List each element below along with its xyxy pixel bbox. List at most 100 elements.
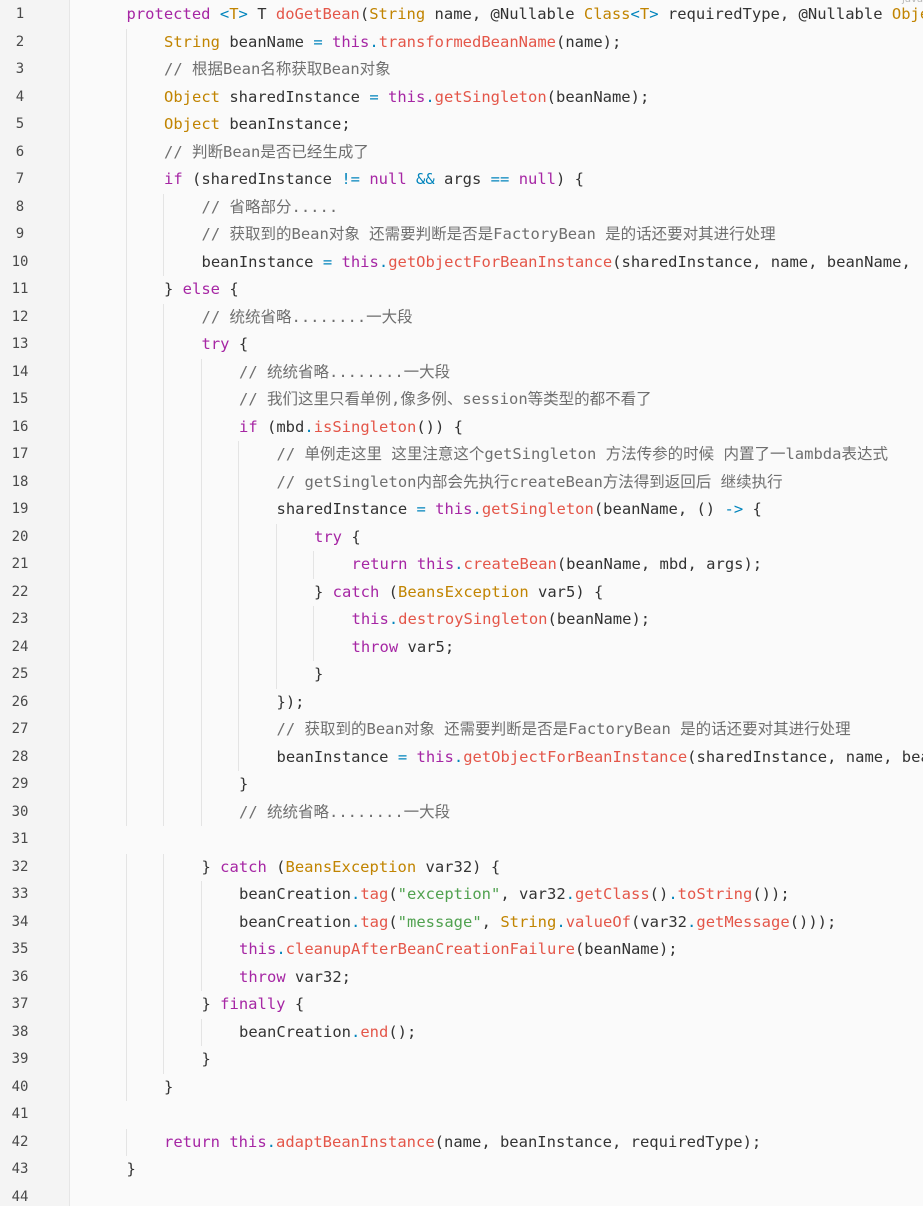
code-line[interactable]: 41 [0,1101,923,1129]
code-text[interactable]: // 判断Bean是否已经生成了 [164,139,369,167]
code-text[interactable]: } finally { [202,991,305,1019]
code-line[interactable]: 24 throw var5; [0,633,923,662]
code-line[interactable]: 9 // 获取到的Bean对象 还需要判断是否是FactoryBean 是的话还要… [0,221,923,249]
code-line[interactable]: 12 // 统统省略........一大段 [0,303,923,332]
code-line[interactable]: 29} [0,771,923,799]
code-line[interactable]: 11} else { [0,276,923,304]
code-text[interactable]: beanInstance = this.getObjectForBeanInst… [202,249,923,277]
code-editor[interactable]: java 1protected <T> T doGetBean(String n… [0,0,923,1206]
code-line[interactable]: 18 // getSingleton内部会先执行createBean方法得到返回后… [0,468,923,497]
code-text[interactable]: // 根据Bean名称获取Bean对象 [164,56,391,84]
code-line[interactable]: 35 this.cleanupAfterBeanCreationFailure(b… [0,936,923,964]
code-line[interactable]: 33 beanCreation.tag("exception", var32.ge… [0,881,923,909]
code-text[interactable]: } [314,661,323,689]
code-text[interactable]: throw var32; [239,964,351,992]
code-line[interactable]: 32} catch (BeansException var32) { [0,853,923,882]
code-line[interactable]: 40} [0,1073,923,1102]
line-number: 42 [11,1133,29,1150]
code-text[interactable]: } else { [164,276,239,304]
code-token: var32) { [416,857,501,876]
code-line[interactable]: 30 // 统统省略........一大段 [0,798,923,827]
line-number: 12 [11,308,29,325]
code-text[interactable]: // 统统省略........一大段 [239,799,450,827]
code-line[interactable]: 42 return this.adaptBeanInstance(name, be… [0,1128,923,1157]
indent-guide [200,771,202,799]
code-token: this [416,555,455,573]
code-line[interactable]: 28 beanInstance = this.getObjectForBeanIn… [0,743,923,772]
code-text[interactable]: this.cleanupAfterBeanCreationFailure(bea… [239,936,678,964]
code-text[interactable]: // 获取到的Bean对象 还需要判断是否是FactoryBean 是的话还要对… [277,716,851,744]
code-line[interactable]: 4 Object sharedInstance = this.getSinglet… [0,83,923,112]
code-text[interactable]: beanCreation.tag("exception", var32.getC… [239,881,790,909]
code-line[interactable]: 17 // 单例走这里 这里注意这个getSingleton 方法传参的时候 内置… [0,441,923,469]
code-line[interactable]: 8 // 省略部分..... [0,193,923,222]
code-text[interactable]: this.destroySingleton(beanName); [352,606,651,634]
code-token: catch [332,582,380,601]
code-text[interactable]: }); [277,689,305,717]
code-text[interactable]: beanCreation.tag("message", String.value… [239,909,836,937]
code-text[interactable]: beanInstance = this.getObjectForBeanInst… [277,744,923,772]
code-line[interactable]: 36 throw var32; [0,963,923,992]
code-line[interactable]: 23 this.destroySingleton(beanName); [0,606,923,634]
code-token: createBean [463,555,557,573]
code-line[interactable]: 39} [0,1046,923,1074]
code-text[interactable]: Object beanInstance; [164,111,351,139]
code-text[interactable]: } [202,1046,211,1074]
code-text[interactable]: // 我们这里只看单例,像多例、session等类型的都不看了 [239,386,652,414]
code-token: toString [677,885,753,903]
code-text[interactable]: } [239,771,248,799]
code-line[interactable]: 16 if (mbd.isSingleton()) { [0,413,923,442]
code-text[interactable]: // getSingleton内部会先执行createBean方法得到返回后 继… [277,469,783,497]
code-token: null [369,170,407,188]
code-text[interactable]: } [164,1074,173,1102]
code-line[interactable]: 38 beanCreation.end(); [0,1018,923,1047]
code-text[interactable]: beanCreation.end(); [239,1019,416,1047]
code-text[interactable]: throw var5; [352,634,455,662]
code-text[interactable]: // 获取到的Bean对象 还需要判断是否是FactoryBean 是的话还要对… [202,221,776,249]
code-line[interactable]: 7 if (sharedInstance != null && args == n… [0,166,923,194]
code-line[interactable]: 2 String beanName = this.transformedBeanN… [0,28,923,57]
code-text[interactable]: try { [314,524,361,552]
code-line[interactable]: 15 // 我们这里只看单例,像多例、session等类型的都不看了 [0,386,923,414]
code-line[interactable]: 6 // 判断Bean是否已经生成了 [0,138,923,167]
code-line[interactable]: 31 [0,826,923,854]
code-line[interactable]: 3 // 根据Bean名称获取Bean对象 [0,56,923,84]
code-line[interactable]: 14 // 统统省略........一大段 [0,358,923,387]
code-text[interactable]: return this.adaptBeanInstance(name, bean… [164,1129,761,1157]
indent-guide [125,386,127,414]
code-line[interactable]: 1 protected <T> T doGetBean(String name, … [0,1,923,29]
code-text[interactable]: // 单例走这里 这里注意这个getSingleton 方法传参的时候 内置了一… [277,441,888,469]
code-text[interactable]: Object sharedInstance = this.getSingleto… [164,84,649,112]
code-line[interactable]: 34 beanCreation.tag("message", String.val… [0,908,923,937]
indent-guide [125,441,127,469]
code-line[interactable]: 26}); [0,688,923,717]
code-text[interactable]: return this.createBean(beanName, mbd, ar… [352,551,763,579]
code-token: transformedBeanName [378,32,556,51]
code-line[interactable]: 27 // 获取到的Bean对象 还需要判断是否是FactoryBean 是的话还… [0,716,923,744]
code-text[interactable]: // 统统省略........一大段 [239,359,450,387]
code-text[interactable]: sharedInstance = this.getSingleton(beanN… [277,496,762,524]
code-line[interactable]: 21 return this.createBean(beanName, mbd, … [0,551,923,579]
code-line[interactable]: 20 try { [0,523,923,552]
code-text[interactable]: } catch (BeansException var5) { [314,579,603,607]
code-text[interactable]: if (sharedInstance != null && args == nu… [164,166,584,194]
code-line[interactable]: 37} finally { [0,991,923,1019]
code-line[interactable]: 25} [0,661,923,689]
code-text[interactable]: protected <T> T doGetBean(String name, @… [127,1,923,29]
code-text[interactable]: } catch (BeansException var32) { [202,854,501,882]
code-text[interactable]: // 统统省略........一大段 [202,304,413,332]
code-line[interactable]: 10 beanInstance = this.getObjectForBeanIn… [0,248,923,277]
code-text[interactable]: } [127,1156,136,1184]
code-text[interactable]: try { [202,331,249,359]
code-text[interactable]: String beanName = this.transformedBeanNa… [164,29,621,57]
code-line[interactable]: 5 Object beanInstance; [0,111,923,139]
code-text[interactable]: if (mbd.isSingleton()) { [239,414,463,442]
line-number: 39 [11,1051,29,1067]
code-line[interactable]: 13 try { [0,331,923,359]
code-line[interactable]: 22} catch (BeansException var5) { [0,578,923,607]
code-line[interactable]: 19 sharedInstance = this.getSingleton(bea… [0,496,923,524]
code-text[interactable]: // 省略部分..... [202,194,339,222]
code-line[interactable]: 44 [0,1184,923,1206]
code-token: return [164,1132,220,1151]
code-line[interactable]: 43} [0,1156,923,1184]
